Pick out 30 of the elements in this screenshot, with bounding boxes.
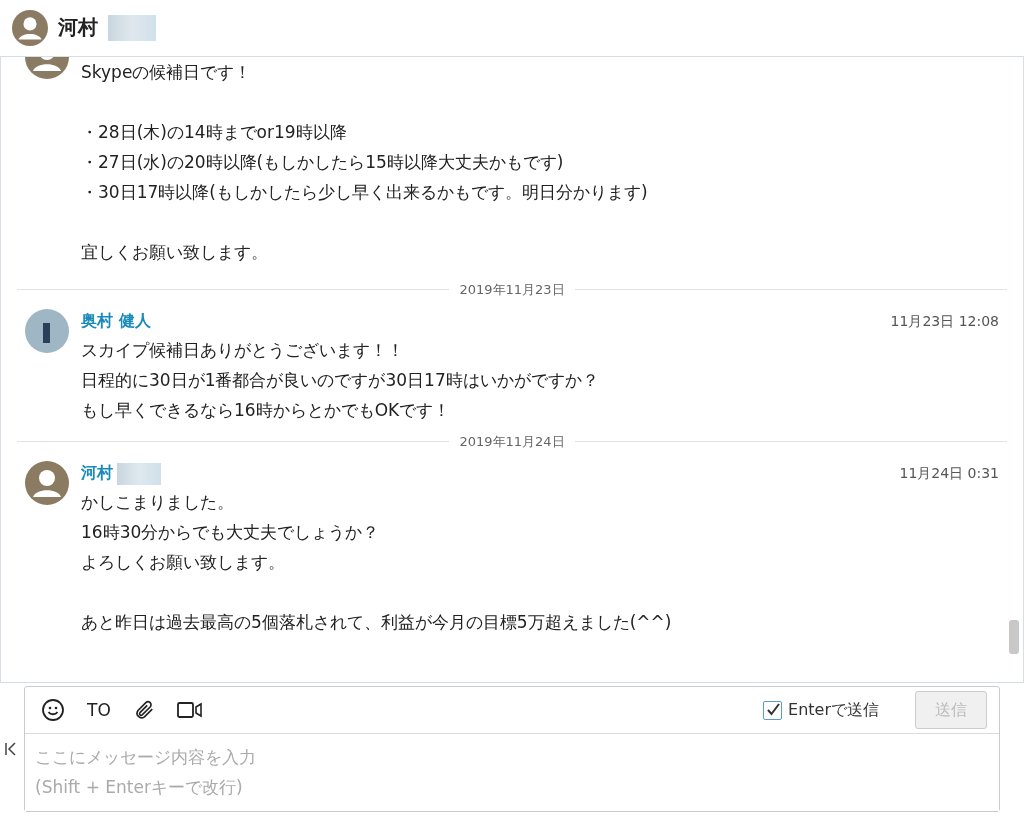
to-button[interactable]: TO	[87, 700, 111, 720]
message-line: 宜しくお願い致します。	[81, 240, 269, 264]
message-line: かしこまりました。	[81, 490, 235, 514]
date-separator: 2019年11月24日	[459, 432, 565, 451]
message-line: 日程的に30日が1番都合が良いのですが30日17時はいかがですか？	[81, 368, 600, 392]
message-line: ・27日(水)の20時以降(もしかしたら15時以降大丈夫かもです)	[81, 150, 565, 174]
sender-name[interactable]: 河村	[81, 463, 113, 485]
checkbox[interactable]	[763, 700, 783, 720]
redaction-block	[117, 462, 161, 485]
message-line: ・28日(木)の14時までor19時以降	[81, 120, 348, 144]
avatar-icon	[12, 9, 48, 46]
message-time: 11月24日 0:31	[899, 464, 999, 483]
checkbox-label: Enterで送信	[788, 699, 879, 721]
emoji-button[interactable]	[41, 698, 65, 722]
date-separator: 2019年11月23日	[459, 280, 565, 299]
scrollbar-thumb[interactable]	[1009, 619, 1019, 654]
redaction-block	[108, 14, 156, 41]
chat-title: 河村	[58, 14, 98, 42]
message-line: よろしくお願い致します。	[81, 550, 286, 574]
message-line: 16時30分からでも大丈夫でしょうか？	[81, 520, 381, 544]
video-button[interactable]	[176, 701, 203, 719]
sender-name[interactable]: 奥村 健人	[81, 311, 151, 333]
message-line: スカイプ候補日ありがとうございます！！	[81, 338, 405, 362]
message-time: 11月23日 12:08	[890, 312, 999, 331]
message-input[interactable]: ここにメッセージ内容を入力 (Shift + Enterキーで改行)	[25, 733, 999, 811]
collapse-icon[interactable]	[4, 741, 18, 757]
message-line: もし早くできるなら16時からとかでもOKです！	[81, 398, 452, 422]
message-line: ・30日17時以降(もしかしたら少し早く出来るかもです。明日分かります)	[81, 180, 649, 204]
message-line: Skypeの候補日です！	[81, 60, 253, 84]
message-line: あと昨日は過去最高の5個落札されて、利益が今月の目標5万超えました(^^)	[81, 610, 673, 634]
